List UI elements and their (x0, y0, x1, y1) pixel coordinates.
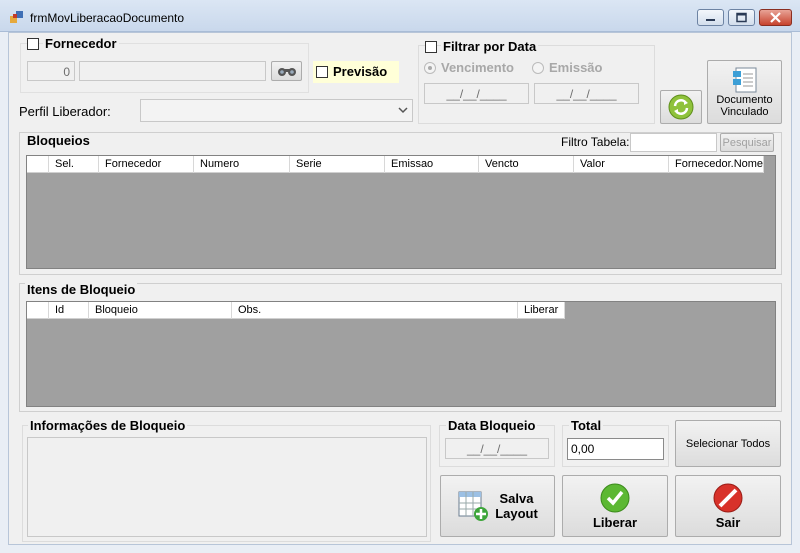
itens-grid-header: Id Bloqueio Obs. Liberar (27, 302, 565, 319)
refresh-button[interactable] (660, 90, 702, 124)
window-title: frmMovLiberacaoDocumento (30, 11, 185, 25)
selecionar-todos-button[interactable]: Selecionar Todos (675, 420, 781, 467)
col-sel[interactable]: Sel. (49, 156, 99, 173)
filtro-data-checkbox[interactable] (425, 41, 437, 53)
vencimento-radio[interactable] (424, 62, 436, 74)
documento-line1: Documento (716, 94, 773, 106)
date-to-field[interactable]: __/__/____ (534, 83, 639, 104)
previsao-checkbox[interactable] (316, 66, 328, 78)
check-icon (600, 483, 630, 512)
informacoes-title: Informações de Bloqueio (28, 418, 188, 433)
perfil-label: Perfil Liberador: (19, 104, 111, 119)
row-header-cell (27, 302, 49, 319)
minimize-icon (706, 19, 715, 21)
pesquisar-button[interactable]: Pesquisar (720, 133, 774, 152)
salva-layout-button[interactable]: Salva Layout (440, 475, 555, 537)
fornecedor-label: Fornecedor (43, 36, 119, 51)
close-icon (770, 12, 781, 23)
total-title: Total (569, 418, 604, 433)
vencimento-label: Vencimento (441, 60, 514, 75)
fornecedor-name-field[interactable] (79, 61, 266, 81)
col-serie[interactable]: Serie (290, 156, 385, 173)
filtro-tabela-input[interactable] (630, 133, 717, 152)
bloqueios-grid[interactable]: Sel. Fornecedor Numero Serie Emissao Ven… (26, 155, 776, 269)
documento-vinculado-button[interactable]: Documento Vinculado (707, 60, 782, 124)
itens-grid[interactable]: Id Bloqueio Obs. Liberar (26, 301, 776, 407)
sair-button[interactable]: Sair (675, 475, 781, 537)
minimize-button[interactable] (697, 9, 724, 26)
date-from-field[interactable]: __/__/____ (424, 83, 529, 104)
informacoes-textarea[interactable] (27, 437, 427, 537)
binoculars-icon (277, 68, 296, 76)
total-field: 0,00 (567, 438, 664, 460)
maximize-icon (736, 12, 747, 23)
previsao-label: Previsão (333, 64, 388, 79)
filtro-tabela-label: Filtro Tabela: (561, 135, 630, 149)
bloqueios-grid-header: Sel. Fornecedor Numero Serie Emissao Ven… (27, 156, 764, 173)
col-liberar[interactable]: Liberar (518, 302, 565, 319)
emissao-label: Emissão (549, 60, 603, 75)
filtro-data-label: Filtrar por Data (441, 39, 539, 54)
document-icon (732, 67, 756, 93)
data-bloqueio-title: Data Bloqueio (446, 418, 538, 433)
col-numero[interactable]: Numero (194, 156, 290, 173)
chevron-down-icon (398, 107, 408, 114)
grid-add-icon (458, 491, 489, 521)
emissao-radio[interactable] (532, 62, 544, 74)
col-emissao[interactable]: Emissao (385, 156, 479, 173)
refresh-icon (668, 94, 694, 120)
salva-line2: Layout (495, 506, 538, 521)
documento-line2: Vinculado (720, 106, 769, 118)
col-valor[interactable]: Valor (574, 156, 669, 173)
sair-label: Sair (715, 514, 741, 530)
perfil-select[interactable] (140, 99, 413, 122)
maximize-button[interactable] (728, 9, 755, 26)
liberar-button[interactable]: Liberar (562, 475, 668, 537)
fornecedor-search-button[interactable] (271, 61, 302, 81)
col-obs[interactable]: Obs. (232, 302, 518, 319)
bloqueios-title: Bloqueios (25, 133, 92, 148)
close-button[interactable] (759, 9, 792, 26)
fornecedor-checkbox[interactable] (27, 38, 39, 50)
col-bloqueio[interactable]: Bloqueio (89, 302, 232, 319)
col-vencto[interactable]: Vencto (479, 156, 574, 173)
col-id[interactable]: Id (49, 302, 89, 319)
stop-icon (713, 483, 743, 512)
col-fornecedor-nome[interactable]: Fornecedor.Nome (669, 156, 764, 173)
col-fornecedor[interactable]: Fornecedor (99, 156, 194, 173)
liberar-label: Liberar (592, 514, 638, 530)
itens-title: Itens de Bloqueio (25, 282, 138, 297)
title-bar: frmMovLiberacaoDocumento (0, 0, 800, 32)
data-bloqueio-field[interactable]: __/__/____ (445, 438, 549, 459)
fornecedor-code-field[interactable]: 0 (27, 61, 75, 81)
app-icon (10, 11, 23, 23)
row-header-cell (27, 156, 49, 173)
salva-line1: Salva (499, 491, 534, 506)
